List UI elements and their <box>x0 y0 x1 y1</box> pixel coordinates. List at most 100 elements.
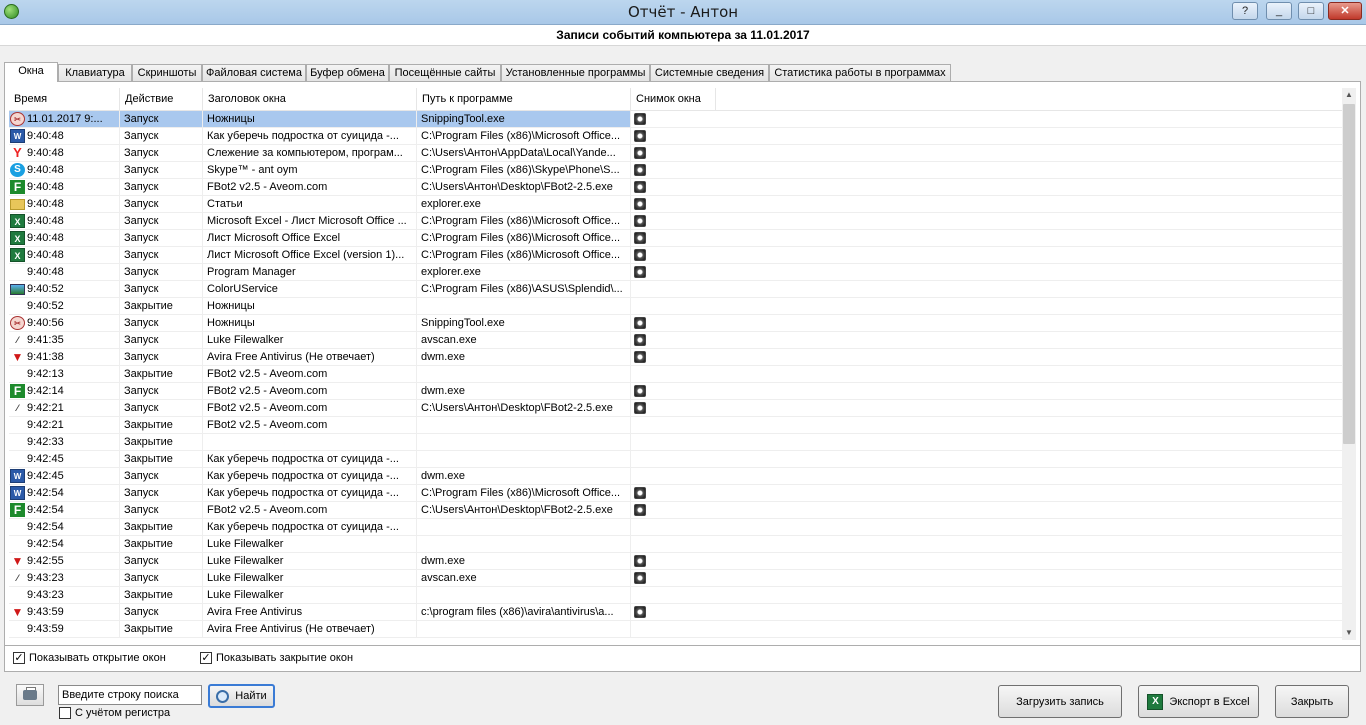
print-button[interactable] <box>16 684 44 706</box>
table-row[interactable]: ⁄ 9:41:35 Запуск Luke Filewalker avscan.exe <box>9 332 1342 349</box>
help-button[interactable]: ? <box>1232 2 1258 20</box>
table-row[interactable]: 9:42:54 Закрытие Как уберечь подростка от … <box>9 519 1342 536</box>
camera-icon[interactable] <box>634 317 646 329</box>
scroll-thumb[interactable] <box>1343 104 1355 444</box>
scroll-down-arrow-icon[interactable]: ▼ <box>1342 626 1356 640</box>
tab-sites[interactable]: Посещённые сайты <box>389 64 501 81</box>
search-input[interactable] <box>58 685 202 705</box>
close-button[interactable]: Закрыть <box>1275 685 1349 718</box>
cell-time: S 9:40:48 <box>9 162 120 178</box>
tab-keyboard[interactable]: Клавиатура <box>58 64 132 81</box>
events-table: Время Действие Заголовок окна Путь к про… <box>9 88 1342 640</box>
camera-icon[interactable] <box>634 147 646 159</box>
table-row[interactable]: W 9:42:54 Запуск Как уберечь подростка от с… <box>9 485 1342 502</box>
camera-icon[interactable] <box>634 402 646 414</box>
table-row[interactable]: ▼ 9:43:59 Запуск Avira Free Antivirus c:\pro… <box>9 604 1342 621</box>
load-record-button[interactable]: Загрузить запись <box>998 685 1122 718</box>
cell-window-title: Avira Free Antivirus (Не отвечает) <box>203 349 417 365</box>
show-open-checkbox[interactable]: ✓ Показывать открытие окон <box>13 652 166 664</box>
table-row[interactable]: Y 9:40:48 Запуск Слежение за компьютером, п… <box>9 145 1342 162</box>
tab-installed-programs[interactable]: Установленные программы <box>501 64 650 81</box>
camera-icon[interactable] <box>634 249 646 261</box>
close-window-button[interactable]: ✕ <box>1328 2 1362 20</box>
column-program-path[interactable]: Путь к программе <box>417 88 631 110</box>
show-open-check-box[interactable]: ✓ <box>13 652 25 664</box>
camera-icon[interactable] <box>634 266 646 278</box>
camera-icon[interactable] <box>634 555 646 567</box>
camera-icon[interactable] <box>634 351 646 363</box>
show-close-checkbox[interactable]: ✓ Показывать закрытие окон <box>200 652 353 664</box>
column-action[interactable]: Действие <box>120 88 203 110</box>
table-row[interactable]: ⁄ 9:43:23 Запуск Luke Filewalker avscan.exe <box>9 570 1342 587</box>
table-row[interactable]: S 9:40:48 Запуск Skype™ - ant oym C:\Program… <box>9 162 1342 179</box>
table-row[interactable]: 9:42:21 Закрытие FBot2 v2.5 - Aveom.com <box>9 417 1342 434</box>
camera-icon[interactable] <box>634 385 646 397</box>
camera-icon[interactable] <box>634 572 646 584</box>
table-row[interactable]: W 9:40:48 Запуск Как уберечь подростка от с… <box>9 128 1342 145</box>
camera-icon[interactable] <box>634 164 646 176</box>
table-row[interactable]: F 9:40:48 Запуск FBot2 v2.5 - Aveom.com C:\U… <box>9 179 1342 196</box>
camera-icon[interactable] <box>634 487 646 499</box>
table-row[interactable]: X 9:40:48 Запуск Microsoft Excel - Лист Mic… <box>9 213 1342 230</box>
cell-window-title: Microsoft Excel - Лист Microsoft Office … <box>203 213 417 229</box>
table-row[interactable]: ⁄ 9:42:21 Запуск FBot2 v2.5 - Aveom.com C:\U… <box>9 400 1342 417</box>
table-row[interactable]: 9:43:23 Закрытие Luke Filewalker <box>9 587 1342 604</box>
minimize-button[interactable]: _ <box>1266 2 1292 20</box>
table-row[interactable]: 9:42:13 Закрытие FBot2 v2.5 - Aveom.com <box>9 366 1342 383</box>
table-row[interactable]: F 9:42:14 Запуск FBot2 v2.5 - Aveom.com dwm.… <box>9 383 1342 400</box>
tab-clipboard[interactable]: Буфер обмена <box>306 64 389 81</box>
table-row[interactable]: 9:43:59 Закрытие Avira Free Antivirus (Не … <box>9 621 1342 638</box>
table-row[interactable]: 9:40:48 Запуск Статьи explorer.exe <box>9 196 1342 213</box>
cell-time: ▼ 9:41:38 <box>9 349 120 365</box>
camera-icon[interactable] <box>634 606 646 618</box>
tab-windows[interactable]: Окна <box>4 62 58 82</box>
camera-icon[interactable] <box>634 504 646 516</box>
table-row[interactable]: F 9:42:54 Запуск FBot2 v2.5 - Aveom.com C:\U… <box>9 502 1342 519</box>
cell-time: F 9:42:54 <box>9 502 120 518</box>
show-close-check-box[interactable]: ✓ <box>200 652 212 664</box>
table-row[interactable]: ✂ 9:40:56 Запуск Ножницы SnippingTool.exe <box>9 315 1342 332</box>
scroll-up-arrow-icon[interactable]: ▲ <box>1342 88 1356 102</box>
camera-icon[interactable] <box>634 334 646 346</box>
report-header: Записи событий компьютера за 11.01.2017 <box>0 25 1366 46</box>
table-row[interactable]: 9:40:48 Запуск Program Manager explorer.exe <box>9 264 1342 281</box>
table-row[interactable]: 9:40:52 Закрытие Ножницы <box>9 298 1342 315</box>
column-window-title[interactable]: Заголовок окна <box>203 88 417 110</box>
cell-action: Закрытие <box>120 621 203 637</box>
find-button[interactable]: Найти <box>208 684 275 708</box>
vertical-scrollbar[interactable]: ▲ ▼ <box>1342 88 1356 640</box>
tab-screenshots[interactable]: Скриншоты <box>132 64 202 81</box>
camera-icon[interactable] <box>634 181 646 193</box>
case-sensitive-check-box[interactable] <box>59 707 71 719</box>
table-row[interactable]: X 9:40:48 Запуск Лист Microsoft Office Exce… <box>9 230 1342 247</box>
cell-snapshot <box>631 400 716 416</box>
camera-icon[interactable] <box>634 113 646 125</box>
printer-icon <box>23 690 37 700</box>
table-row[interactable]: ▼ 9:41:38 Запуск Avira Free Antivirus (Не о… <box>9 349 1342 366</box>
tab-program-stats[interactable]: Статистика работы в программах <box>769 64 951 81</box>
table-row[interactable]: ▼ 9:42:55 Запуск Luke Filewalker dwm.exe <box>9 553 1342 570</box>
cell-window-title: FBot2 v2.5 - Aveom.com <box>203 502 417 518</box>
tab-system-info[interactable]: Системные сведения <box>650 64 769 81</box>
column-time[interactable]: Время <box>9 88 120 110</box>
table-row[interactable]: 9:42:54 Закрытие Luke Filewalker <box>9 536 1342 553</box>
export-excel-button[interactable]: X Экспорт в Excel <box>1138 685 1259 718</box>
table-row[interactable]: W 9:42:45 Запуск Как уберечь подростка от с… <box>9 468 1342 485</box>
column-snapshot[interactable]: Снимок окна <box>631 88 716 110</box>
maximize-button[interactable]: □ <box>1298 2 1324 20</box>
table-row[interactable]: 9:40:52 Запуск ColorUService C:\Program Fil… <box>9 281 1342 298</box>
table-row[interactable]: 9:42:45 Закрытие Как уберечь подростка от … <box>9 451 1342 468</box>
cell-time: X 9:40:48 <box>9 230 120 246</box>
case-sensitive-checkbox[interactable]: С учётом регистра <box>59 707 170 719</box>
excel-icon: X <box>10 214 25 228</box>
cell-action: Запуск <box>120 264 203 280</box>
camera-icon[interactable] <box>634 130 646 142</box>
tab-filesystem[interactable]: Файловая система <box>202 64 306 81</box>
table-row[interactable]: 9:42:33 Закрытие <box>9 434 1342 451</box>
camera-icon[interactable] <box>634 232 646 244</box>
table-row[interactable]: ✂ 11.01.2017 9:... Запуск Ножницы SnippingTo… <box>9 111 1342 128</box>
camera-icon[interactable] <box>634 198 646 210</box>
table-row[interactable]: X 9:40:48 Запуск Лист Microsoft Office Exce… <box>9 247 1342 264</box>
cell-snapshot <box>631 298 716 314</box>
camera-icon[interactable] <box>634 215 646 227</box>
